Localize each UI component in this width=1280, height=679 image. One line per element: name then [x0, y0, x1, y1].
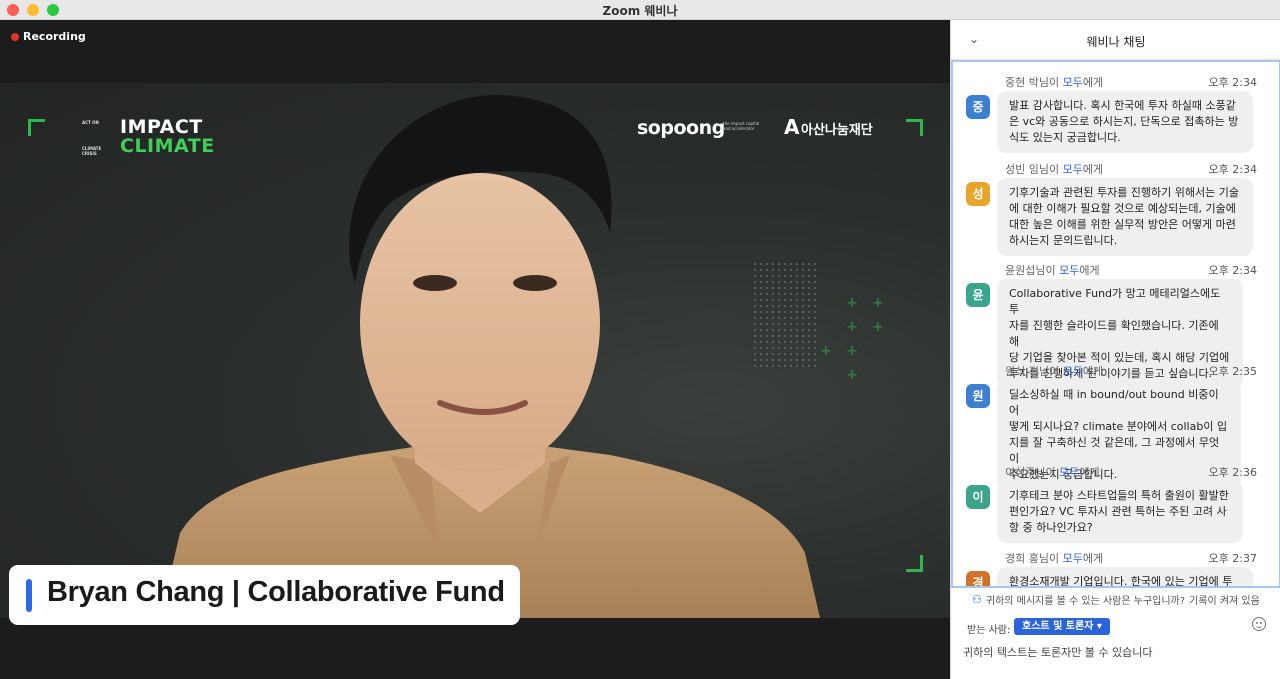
- plus-decor-icon: +: [820, 343, 832, 359]
- title-bar: Zoom 웨비나: [0, 0, 1280, 20]
- message-bubble: 기후테크 분야 스타트업들의 특허 출원이 활발한 편인가요? VC 투자시 관…: [997, 481, 1243, 543]
- avatar: 이: [966, 485, 990, 509]
- plus-decor-icon: +: [846, 319, 858, 335]
- corner-bracket-icon: [906, 555, 923, 572]
- message-time: 오후 2:34: [1208, 163, 1257, 176]
- corner-bracket-icon: [28, 119, 45, 136]
- chat-message-list[interactable]: 중현 박님이 모두에게 오후 2:34 중 발표 감사합니다. 혹시 한국에 투…: [951, 60, 1280, 588]
- message-time: 오후 2:34: [1208, 264, 1257, 277]
- video-area: Recording ACT ON CLIMATE CRISIS IMPACT C…: [0, 20, 950, 679]
- recipient-label: 받는 사람:: [967, 625, 1011, 636]
- chat-compose: ⚇ 귀하의 메시지를 볼 수 있는 사람은 누구입니까? 기록이 켜져 있음 받…: [951, 588, 1280, 679]
- plus-decor-icon: +: [872, 319, 884, 335]
- plus-decor-icon: +: [872, 295, 884, 311]
- window-title: Zoom 웨비나: [602, 4, 678, 18]
- emoji-icon[interactable]: [1252, 617, 1266, 631]
- logo-small-bottom: CLIMATE CRISIS: [82, 146, 102, 156]
- recording-indicator[interactable]: Recording: [11, 30, 86, 43]
- logo-small-top: ACT ON: [82, 120, 99, 125]
- avatar: 경: [966, 571, 990, 586]
- avatar: 성: [966, 182, 990, 206]
- plus-decor-icon: +: [846, 295, 858, 311]
- visibility-notice-text: 귀하의 메시지를 볼 수 있는 사람은 누구입니까?: [985, 596, 1186, 607]
- recipient-select[interactable]: 호스트 및 토론자 ▾: [1014, 618, 1110, 635]
- chat-title: 웨비나 채팅: [1086, 35, 1146, 49]
- recipient-value: 호스트 및 토론자: [1022, 621, 1094, 632]
- message-bubble: 환경소재개발 기업입니다. 한국에 있는 기업에 투: [997, 567, 1253, 586]
- plus-decor-icon: +: [846, 367, 858, 383]
- caret-down-icon: ▾: [1096, 621, 1102, 632]
- record-dot-icon: [11, 32, 19, 41]
- speaker-name: Bryan Chang | Collaborative Fund: [47, 576, 505, 608]
- webinar-chat-panel: ⌄ 웨비나 채팅 중현 박님이 모두에게 오후 2:34 중 발표 감사합니다.…: [950, 20, 1280, 679]
- message-time: 오후 2:37: [1208, 552, 1257, 565]
- avatar: 원: [966, 384, 990, 408]
- message-time: 오후 2:36: [1208, 466, 1257, 479]
- speaker-figure: [160, 94, 820, 618]
- people-icon: ⚇: [972, 593, 982, 606]
- speaker-video: ACT ON CLIMATE CRISIS IMPACT CLIMATE sop…: [0, 83, 950, 618]
- corner-bracket-icon: [906, 119, 923, 136]
- chat-input[interactable]: [961, 640, 1275, 664]
- avatar: 중: [966, 95, 990, 119]
- message-time: 오후 2:34: [1208, 76, 1257, 89]
- plus-decor-icon: +: [846, 343, 858, 359]
- message-bubble: 발표 감사합니다. 혹시 한국에 투자 하실때 소풍같 은 vc와 공동으로 하…: [997, 91, 1253, 153]
- message-bubble: 기후기술과 관련된 투자를 진행하기 위해서는 기술 에 대한 이해가 필요할 …: [997, 178, 1253, 256]
- recording-label: Recording: [23, 30, 86, 43]
- nameplate-accent-bar: [26, 579, 32, 612]
- chat-header: ⌄ 웨비나 채팅: [951, 20, 1280, 60]
- recording-on-notice: 기록이 켜져 있음: [1189, 596, 1260, 607]
- speaker-nameplate: Bryan Chang | Collaborative Fund: [9, 565, 520, 625]
- avatar: 윤: [966, 283, 990, 307]
- visibility-notice[interactable]: ⚇ 귀하의 메시지를 볼 수 있는 사람은 누구입니까? 기록이 켜져 있음: [972, 592, 1260, 607]
- message-time: 오후 2:35: [1208, 365, 1257, 378]
